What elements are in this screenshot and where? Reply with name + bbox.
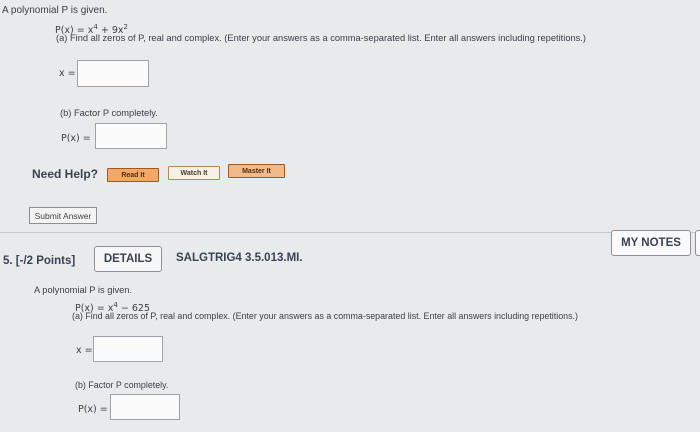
q5-p-label: P(x) = xyxy=(78,404,108,415)
need-help-label: Need Help? xyxy=(32,167,99,181)
q5-part-a-prompt: (a) Find all zeros of P, real and comple… xyxy=(72,311,578,321)
q4-x-label: x = xyxy=(59,68,76,79)
q4-part-a-prompt: (a) Find all zeros of P, real and comple… xyxy=(56,33,586,43)
details-button[interactable]: DETAILS xyxy=(94,246,162,272)
q5-number: 5. xyxy=(3,255,13,267)
master-it-button[interactable]: Master It xyxy=(228,164,285,178)
q5-intro: A polynomial P is given. xyxy=(34,285,133,295)
q5-problem-code: SALGTRIG4 3.5.013.MI. xyxy=(176,252,303,264)
q5-zeros-input[interactable] xyxy=(93,336,163,362)
q4-p-label: P(x) = xyxy=(61,133,91,144)
q5-points: [-/2 Points] xyxy=(15,255,76,267)
q4-part-b-prompt: (b) Factor P completely. xyxy=(60,108,158,118)
next-button-edge[interactable] xyxy=(695,230,700,256)
read-it-button[interactable]: Read It xyxy=(107,168,159,182)
submit-answer-button[interactable]: Submit Answer xyxy=(29,207,97,224)
q5-header: 5. [-/2 Points] xyxy=(3,255,75,267)
q5-factor-input[interactable] xyxy=(110,394,180,420)
q4-factor-input[interactable] xyxy=(95,123,167,149)
q4-zeros-input[interactable] xyxy=(77,60,149,87)
my-notes-button[interactable]: MY NOTES xyxy=(611,230,691,256)
q4-intro: A polynomial P is given. xyxy=(2,5,108,16)
watch-it-button[interactable]: Watch It xyxy=(168,166,220,180)
q5-part-b-prompt: (b) Factor P completely. xyxy=(75,380,169,390)
q5-x-label: x = xyxy=(76,345,93,356)
section-divider xyxy=(0,232,700,233)
